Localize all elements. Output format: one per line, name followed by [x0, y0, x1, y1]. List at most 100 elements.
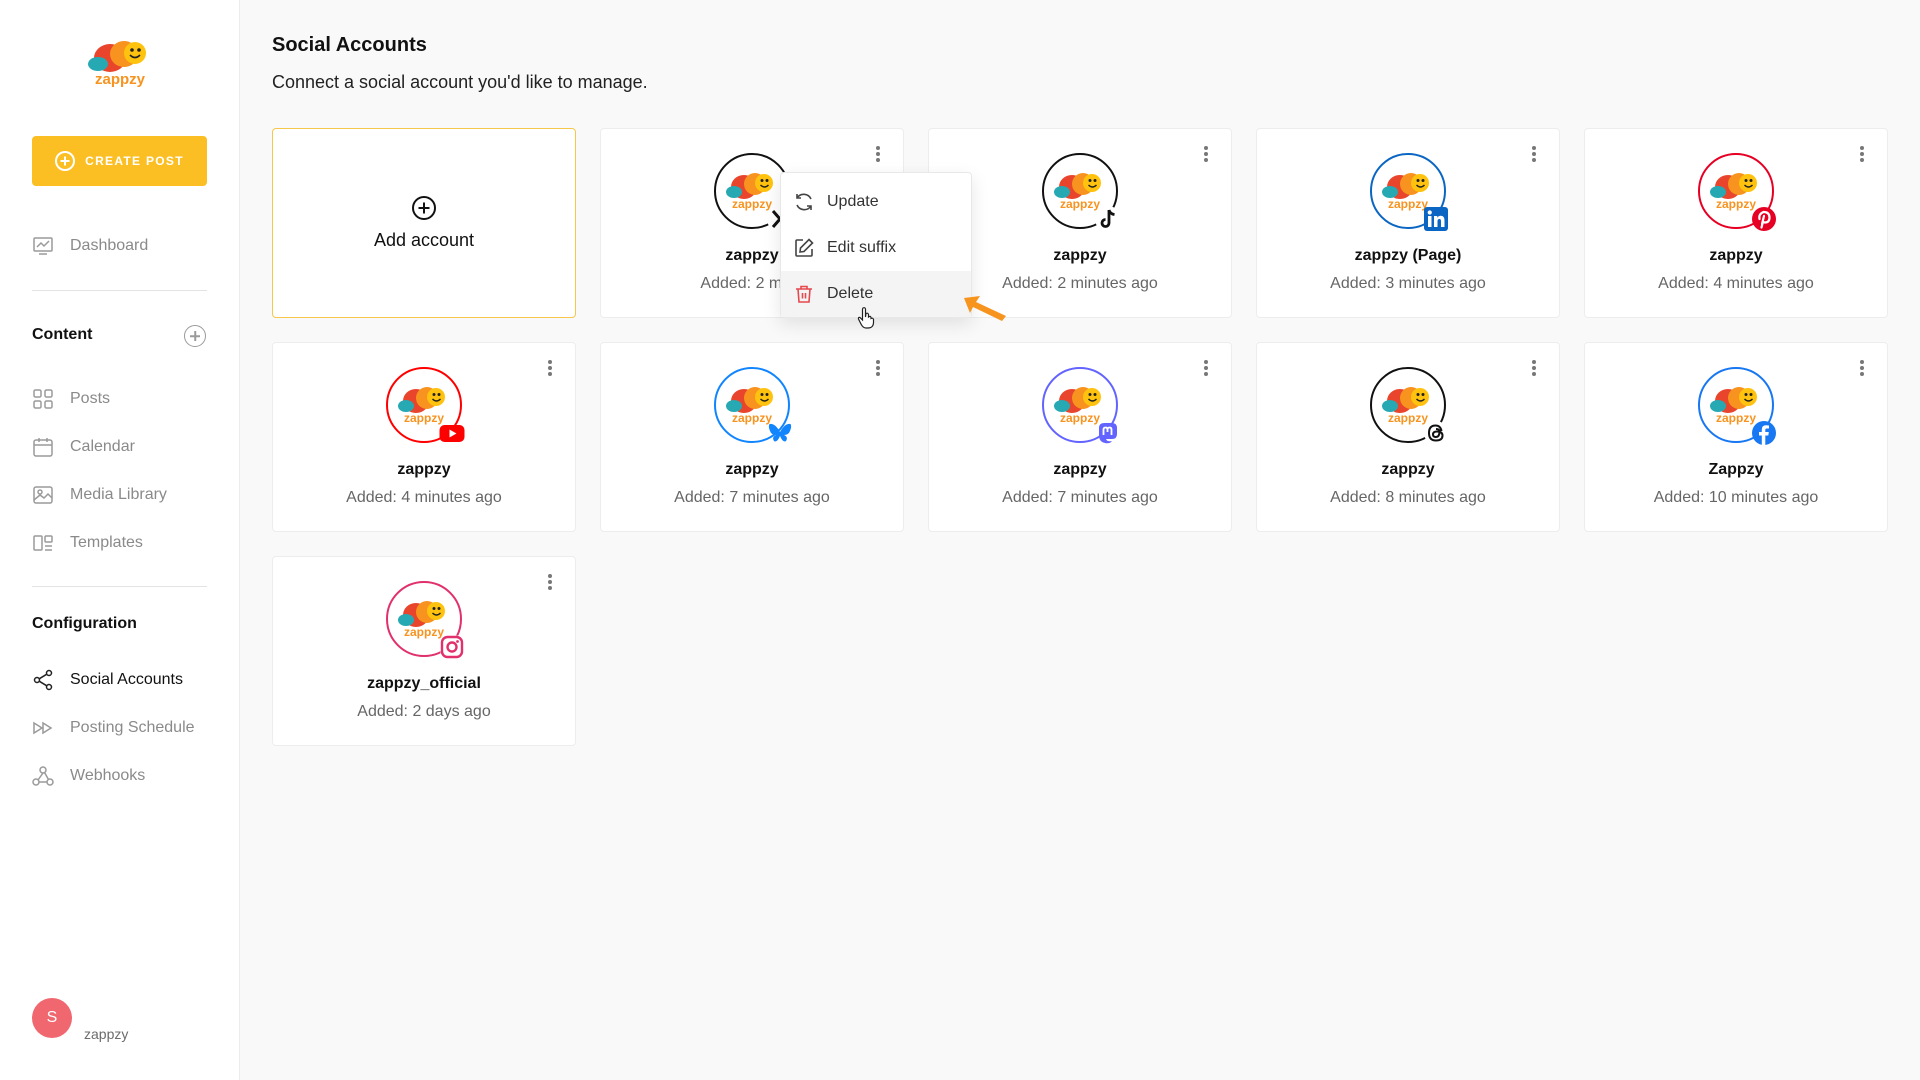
more-options-icon[interactable]: [543, 357, 557, 379]
account-card-facebook[interactable]: zappzy Zappzy Added: 10 minutes ago: [1584, 342, 1888, 532]
create-post-label: CREATE POST: [85, 154, 184, 168]
account-avatar: zappzy: [714, 367, 792, 443]
grid-icon: [32, 388, 54, 410]
add-content-icon[interactable]: [184, 325, 206, 347]
sidebar: zappzy CREATE POST Dashboard Content Pos…: [0, 0, 240, 1080]
account-actions-menu: Update Edit suffix Delete: [780, 172, 972, 318]
nav-posting-schedule[interactable]: Posting Schedule: [32, 715, 195, 741]
nav-templates-label: Templates: [70, 534, 143, 551]
account-card-pinterest[interactable]: zappzy zappzy Added: 4 minutes ago: [1584, 128, 1888, 318]
share-icon: [32, 669, 54, 691]
account-name: zappzy: [1053, 461, 1107, 478]
page-subtitle: Connect a social account you'd like to m…: [272, 72, 648, 92]
nav-dashboard-label: Dashboard: [70, 237, 149, 254]
content-section-title: Content: [32, 326, 93, 343]
account-avatar: zappzy: [1370, 153, 1448, 231]
account-added-time: Added: 7 minutes ago: [674, 489, 830, 506]
more-options-icon[interactable]: [871, 143, 885, 165]
template-icon: [32, 532, 54, 554]
nav-calendar-label: Calendar: [70, 438, 135, 455]
account-card-instagram[interactable]: zappzy zappzy_official Added: 2 days ago: [272, 556, 576, 746]
menu-update-label: Update: [827, 193, 879, 210]
user-profile[interactable]: S zappzy: [32, 998, 128, 1042]
account-added-time: Added: 4 minutes ago: [346, 489, 502, 506]
sidebar-divider: [32, 586, 207, 587]
account-avatar: zappzy: [1042, 367, 1118, 444]
threads-icon: [1422, 419, 1450, 447]
menu-edit-suffix-label: Edit suffix: [827, 239, 897, 256]
menu-update[interactable]: Update: [781, 179, 971, 225]
zappzy-logo-icon: zappzy: [88, 41, 146, 88]
nav-social-accounts[interactable]: Social Accounts: [32, 667, 183, 693]
sidebar-divider: [32, 290, 207, 291]
add-account-label: Add account: [373, 229, 475, 250]
more-options-icon[interactable]: [1199, 357, 1213, 379]
svg-text:zappzy: zappzy: [95, 71, 146, 88]
nav-templates[interactable]: Templates: [32, 530, 143, 556]
account-added-time: Added: 4 minutes ago: [1658, 275, 1814, 292]
account-avatar: zappzy: [714, 153, 793, 232]
more-options-icon[interactable]: [1199, 143, 1213, 165]
tiktok-icon: [1094, 205, 1122, 233]
more-options-icon[interactable]: [1527, 143, 1541, 165]
avatar: S: [32, 998, 72, 1038]
account-card-youtube[interactable]: zappzy zappzy Added: 4 minutes ago: [272, 342, 576, 532]
nav-webhooks[interactable]: Webhooks: [32, 763, 145, 789]
linkedin-icon: [1422, 205, 1450, 233]
refresh-icon: [793, 191, 815, 213]
zappzy-logo[interactable]: zappzy: [80, 36, 160, 92]
account-name: Zappzy: [1708, 461, 1764, 478]
edit-icon: [793, 237, 815, 259]
dashboard-icon: [32, 235, 54, 257]
more-options-icon[interactable]: [1527, 357, 1541, 379]
account-name: zappzy: [397, 461, 451, 478]
nav-posts-label: Posts: [70, 390, 111, 407]
menu-delete-label: Delete: [827, 285, 874, 302]
nav-media-library-label: Media Library: [70, 486, 167, 503]
account-name: zappzy: [725, 461, 779, 478]
user-name: zappzy: [84, 1026, 129, 1042]
menu-edit-suffix[interactable]: Edit suffix: [781, 225, 971, 271]
nav-social-accounts-label: Social Accounts: [70, 671, 183, 688]
nav-webhooks-label: Webhooks: [70, 767, 146, 784]
account-avatar: zappzy: [1370, 367, 1448, 445]
account-name: zappzy: [1709, 247, 1763, 264]
image-icon: [32, 484, 54, 506]
account-added-time: Added: 2 minutes ago: [1002, 275, 1158, 292]
webhook-icon: [32, 765, 54, 787]
nav-media-library[interactable]: Media Library: [32, 482, 167, 508]
account-added-time: Added: 3 minutes ago: [1330, 275, 1486, 292]
nav-calendar[interactable]: Calendar: [32, 434, 135, 460]
account-name: zappzy: [1053, 247, 1107, 264]
account-avatar: zappzy: [1698, 153, 1776, 231]
account-added-time: Added: 7 minutes ago: [1002, 489, 1158, 506]
add-account-card[interactable]: Add account: [272, 128, 576, 318]
hand-cursor-icon: [857, 307, 875, 329]
more-options-icon[interactable]: [1855, 143, 1869, 165]
account-card-mastodon[interactable]: zappzy zappzy Added: 7 minutes ago: [928, 342, 1232, 532]
account-card-linkedin[interactable]: zappzy zappzy (Page) Added: 3 minutes ago: [1256, 128, 1560, 318]
nav-posts[interactable]: Posts: [32, 386, 110, 412]
nav-posting-schedule-label: Posting Schedule: [70, 719, 195, 736]
configuration-section-title: Configuration: [32, 615, 137, 632]
more-options-icon[interactable]: [1855, 357, 1869, 379]
mastodon-icon: [1094, 419, 1122, 447]
more-options-icon[interactable]: [543, 571, 557, 593]
plus-circle-icon: [412, 195, 436, 220]
pinterest-icon: [1750, 205, 1778, 233]
account-added-time: Added: 10 minutes ago: [1653, 489, 1819, 506]
more-options-icon[interactable]: [871, 357, 885, 379]
create-post-button[interactable]: CREATE POST: [32, 136, 207, 186]
bluesky-icon: [766, 419, 794, 447]
account-name: zappzy_official: [367, 675, 481, 692]
account-card-tiktok[interactable]: zappzy zappzy Added: 2 minutes ago: [928, 128, 1232, 318]
account-avatar: zappzy: [1042, 153, 1121, 232]
account-avatar: zappzy: [386, 581, 464, 659]
instagram-icon: [438, 633, 466, 661]
plus-circle-icon: [55, 151, 76, 171]
account-card-bluesky[interactable]: zappzy zappzy Added: 7 minutes ago: [600, 342, 904, 532]
fast-forward-icon: [32, 717, 54, 739]
trash-icon: [793, 283, 815, 305]
nav-dashboard[interactable]: Dashboard: [32, 233, 148, 259]
account-card-threads[interactable]: zappzy zappzy Added: 8 minutes ago: [1256, 342, 1560, 532]
